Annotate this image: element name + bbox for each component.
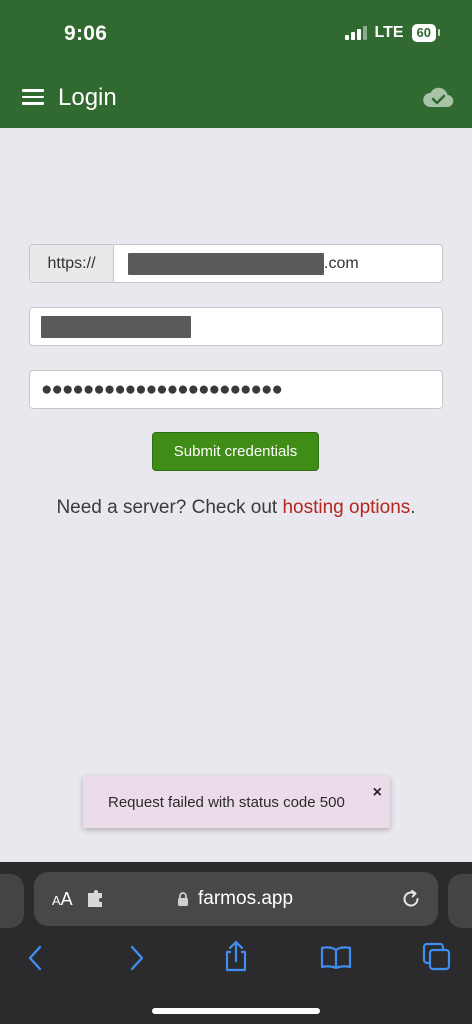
redacted-hostname — [128, 252, 324, 275]
browser-address-bar[interactable]: AA farmos.app — [34, 872, 438, 926]
close-icon[interactable]: × — [373, 784, 382, 802]
share-icon[interactable] — [222, 940, 250, 972]
submit-credentials-button[interactable]: Submit credentials — [152, 432, 319, 471]
home-indicator[interactable] — [152, 1008, 320, 1014]
signal-strength-icon — [344, 26, 367, 40]
cloud-check-icon[interactable] — [422, 86, 454, 108]
server-url-input[interactable]: .com — [114, 245, 442, 282]
password-mask: ●●●●●●●●●●●●●●●●●●●●●●● — [41, 378, 283, 400]
password-input[interactable]: ●●●●●●●●●●●●●●●●●●●●●●● — [29, 370, 443, 409]
forward-icon[interactable] — [128, 944, 146, 972]
page-title: Login — [58, 84, 117, 111]
error-toast: Request failed with status code 500 × — [83, 776, 390, 828]
reload-icon[interactable] — [400, 888, 422, 910]
browser-domain: farmos.app — [198, 888, 294, 909]
url-protocol-prefix: https:// — [30, 245, 114, 282]
battery-icon: 60 — [411, 24, 441, 42]
server-prompt: Need a server? Check out hosting options… — [0, 497, 472, 519]
previous-tab-preview[interactable] — [0, 874, 24, 928]
back-icon[interactable] — [26, 944, 44, 972]
text-size-small-a: A — [52, 893, 61, 908]
status-time: 9:06 — [64, 22, 108, 45]
hosting-options-link[interactable]: hosting options — [282, 497, 410, 518]
bookmarks-icon[interactable] — [320, 945, 352, 969]
network-label: LTE — [374, 24, 404, 41]
text-size-large-a: A — [60, 889, 73, 909]
hamburger-menu-icon[interactable] — [22, 89, 44, 105]
toast-message: Request failed with status code 500 — [108, 793, 345, 811]
tabs-icon[interactable] — [422, 942, 452, 972]
browser-chrome: AA farmos.app — [0, 862, 472, 1024]
app-header: 9:06 LTE 60 Login — [0, 0, 472, 128]
extension-icon[interactable] — [86, 890, 106, 908]
server-prompt-period: . — [410, 497, 416, 518]
lock-icon — [178, 892, 188, 906]
url-suffix: .com — [324, 254, 359, 272]
username-input[interactable] — [29, 307, 443, 346]
text-size-button[interactable]: AA — [52, 889, 73, 910]
server-prompt-text: Need a server? Check out — [56, 497, 283, 518]
server-url-field[interactable]: https:// .com — [29, 244, 443, 283]
next-tab-preview[interactable] — [448, 874, 472, 928]
redacted-username — [41, 315, 191, 338]
status-indicators: LTE 60 — [344, 24, 441, 42]
